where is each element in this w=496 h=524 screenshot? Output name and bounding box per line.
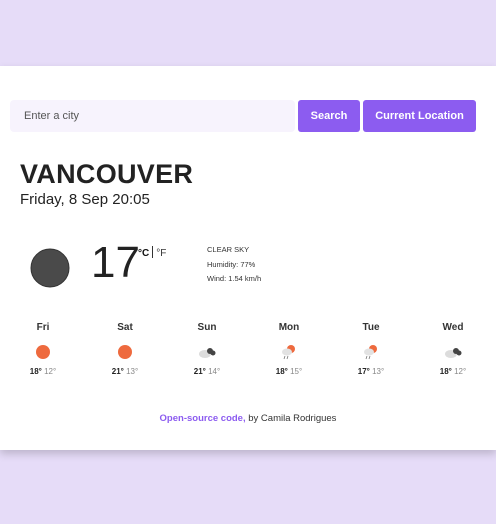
forecast-day-name: Sat	[117, 322, 133, 333]
sun-icon	[118, 345, 132, 359]
current-datetime: Friday, 8 Sep 20:05	[20, 191, 150, 208]
forecast-max: 18°	[29, 367, 42, 376]
footer: Open-source code, by Camila Rodrigues	[0, 413, 496, 424]
wind-text: Wind: 1.54 km/h	[207, 274, 262, 283]
forecast-min: 13°	[372, 367, 385, 376]
cloudy-icon	[445, 348, 462, 358]
source-code-link[interactable]: Open-source code,	[160, 413, 246, 424]
forecast-day: Fri 18° 12°	[13, 322, 73, 376]
condition-text: CLEAR SKY	[207, 245, 250, 254]
forecast-max: 18°	[439, 367, 452, 376]
forecast-day-name: Wed	[442, 322, 464, 333]
forecast-min: 12°	[44, 367, 57, 376]
forecast-temps: 21° 14°	[177, 367, 237, 376]
forecast-temps: 18° 12°	[423, 367, 483, 376]
cloudy-icon	[199, 348, 216, 358]
forecast-temps: 21° 13°	[95, 367, 155, 376]
forecast-temps: 17° 13°	[341, 367, 401, 376]
forecast-day-name: Mon	[278, 322, 300, 333]
forecast-day-name: Tue	[362, 322, 380, 333]
forecast-temps: 18° 12°	[13, 367, 73, 376]
forecast-min: 12°	[454, 367, 467, 376]
current-temperature: 17	[91, 238, 140, 287]
forecast-day: Sat 21° 13°	[95, 322, 155, 376]
forecast-day: Sun 21° 14°	[177, 322, 237, 376]
forecast-max: 18°	[275, 367, 288, 376]
forecast-day-name: Fri	[36, 322, 50, 333]
forecast-max: 21°	[111, 367, 124, 376]
weather-card: Search Current Location VANCOUVER Friday…	[0, 66, 496, 450]
forecast-temps: 18° 15°	[259, 367, 319, 376]
unit-divider	[152, 246, 154, 258]
forecast-day-name: Sun	[197, 322, 217, 333]
forecast-min: 15°	[290, 367, 303, 376]
author-credit: by Camila Rodrigues	[245, 413, 337, 424]
sun-icon	[36, 345, 50, 359]
fahrenheit-link[interactable]: °F	[156, 248, 166, 259]
forecast-max: 17°	[357, 367, 370, 376]
forecast-min: 13°	[126, 367, 139, 376]
humidity-text: Humidity: 77%	[207, 259, 256, 269]
search-button[interactable]: Search	[298, 100, 360, 132]
unit-toggle: °C °F	[138, 246, 166, 259]
forecast-day: Tue 17° 13°	[341, 322, 401, 376]
city-search-input[interactable]	[10, 100, 295, 132]
forecast-max: 21°	[193, 367, 206, 376]
forecast-day: Mon 18° 15°	[259, 322, 319, 376]
forecast-row: Fri 18° 12° Sat 21° 13° Sun 21° 14° Mon	[0, 322, 496, 382]
search-form: Search Current Location	[10, 100, 476, 132]
city-name: VANCOUVER	[20, 159, 194, 189]
celsius-link[interactable]: °C	[138, 248, 149, 259]
forecast-day: Wed 18° 12°	[423, 322, 483, 376]
moon-icon	[30, 248, 70, 288]
current-location-button[interactable]: Current Location	[363, 100, 476, 132]
weather-details: CLEAR SKY Humidity: 77% Wind: 1.54 km/h	[207, 243, 261, 287]
rain-sun-icon	[364, 345, 377, 360]
rain-sun-icon	[282, 345, 295, 360]
forecast-min: 14°	[208, 367, 221, 376]
